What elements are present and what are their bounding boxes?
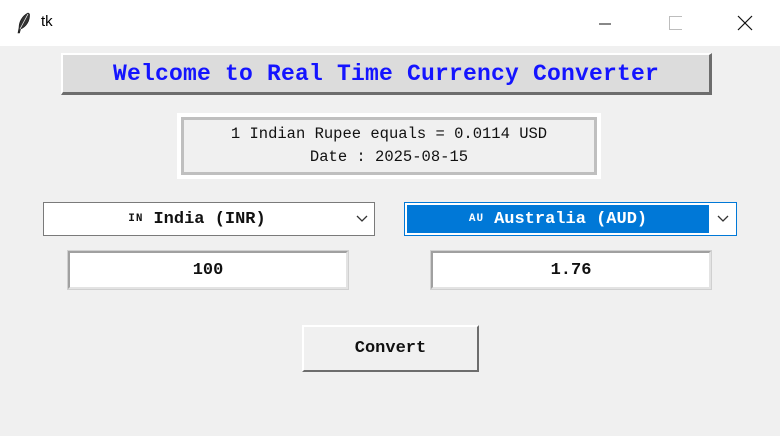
title-bar: tk <box>0 0 780 46</box>
rate-info-panel: 1 Indian Rupee equals = 0.0114 USD Date … <box>177 113 601 179</box>
rate-text: 1 Indian Rupee equals = 0.0114 USD <box>230 125 548 143</box>
from-dropdown-toggle[interactable] <box>350 203 374 235</box>
minimize-icon <box>599 23 611 25</box>
minimize-button[interactable] <box>582 0 628 46</box>
close-button[interactable] <box>722 0 768 46</box>
close-icon <box>737 15 753 31</box>
to-currency-value: AU Australia (AUD) <box>407 205 709 233</box>
chevron-down-icon <box>717 215 729 222</box>
rate-date: Date : 2025-08-15 <box>309 148 469 166</box>
feather-icon <box>17 12 30 34</box>
window-title: tk <box>41 13 53 30</box>
to-currency-label: Australia (AUD) <box>494 209 648 229</box>
from-currency-label: India (INR) <box>153 209 266 229</box>
page-title: Welcome to Real Time Currency Converter <box>61 53 712 95</box>
maximize-button[interactable] <box>652 0 698 46</box>
from-currency-value: IN India (INR) <box>44 203 350 235</box>
rate-info-frame: 1 Indian Rupee equals = 0.0114 USD Date … <box>181 117 597 175</box>
from-amount-input[interactable]: 100 <box>67 250 349 290</box>
chevron-down-icon <box>356 215 368 222</box>
to-dropdown-toggle[interactable] <box>711 203 735 235</box>
to-currency-select[interactable]: AU Australia (AUD) <box>404 202 737 236</box>
flag-au-icon: AU <box>468 213 485 225</box>
convert-button[interactable]: Convert <box>302 325 479 372</box>
flag-in-icon: IN <box>128 213 144 225</box>
from-currency-select[interactable]: IN India (INR) <box>43 202 375 236</box>
maximize-icon <box>669 16 682 30</box>
to-amount-output[interactable]: 1.76 <box>430 250 712 290</box>
